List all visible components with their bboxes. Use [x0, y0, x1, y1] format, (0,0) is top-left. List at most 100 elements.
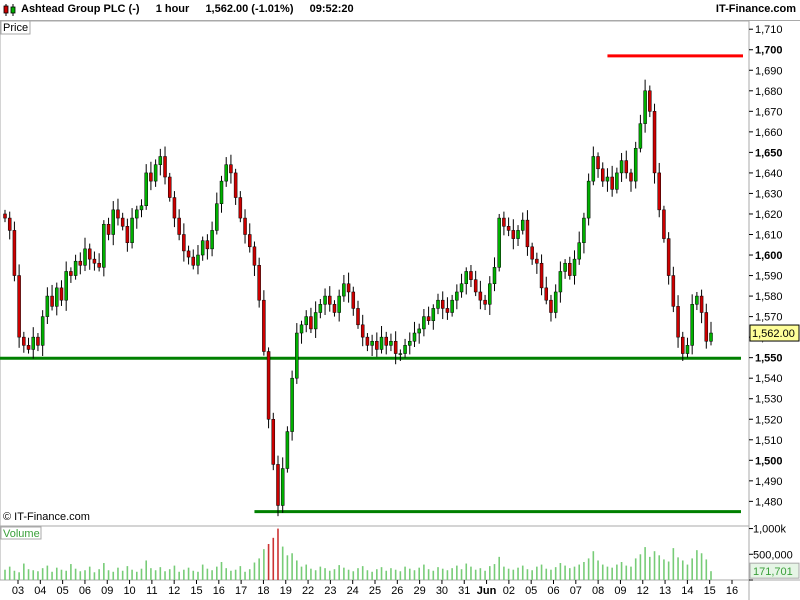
candle-body: [384, 336, 388, 346]
candle-body: [492, 267, 497, 285]
candle-body: [685, 345, 690, 354]
x-tick-label: 02: [503, 585, 515, 597]
volume-panel-frame: [0, 525, 750, 581]
candle-body: [191, 256, 196, 266]
candle-body: [662, 209, 666, 239]
candle-body: [577, 242, 581, 260]
candle-body: [629, 172, 633, 182]
candle-body: [83, 248, 87, 266]
candle-body: [375, 340, 379, 350]
candle-body: [313, 312, 318, 330]
candle-body: [633, 148, 638, 182]
price-panel-label: Price: [3, 22, 28, 34]
candle-body: [186, 250, 191, 258]
x-tick-label: 12: [168, 585, 180, 597]
volume-tick-label: 500,000: [753, 549, 793, 561]
candle-body: [563, 262, 567, 272]
candle-body: [619, 160, 624, 174]
x-tick-label: 05: [57, 585, 69, 597]
candle-body: [370, 340, 374, 346]
candle-body: [436, 299, 440, 309]
x-tick-label: 10: [123, 585, 135, 597]
candle-body: [12, 230, 17, 276]
y-tick-label: 1,660: [755, 127, 783, 139]
candle-body: [332, 304, 337, 313]
candle-body: [676, 306, 680, 338]
y-tick-label: 1,520: [755, 414, 783, 426]
candle-body: [40, 316, 45, 346]
candle-body: [638, 123, 643, 149]
candle-body: [3, 213, 7, 219]
y-tick-label: 1,550: [755, 353, 783, 365]
x-tick-label: 30: [436, 585, 448, 597]
x-tick-label: 31: [458, 585, 470, 597]
x-tick-label: 03: [12, 585, 24, 597]
x-tick-label: 06: [79, 585, 91, 597]
candle-body: [356, 308, 360, 326]
candle-body: [172, 197, 177, 219]
candle-body: [464, 271, 469, 285]
candle-body: [459, 283, 464, 293]
last-volume-label: 171,701: [753, 566, 793, 578]
x-tick-label: 09: [614, 585, 626, 597]
candle-body: [502, 217, 506, 227]
candle-body: [280, 468, 285, 506]
candle-body: [167, 176, 172, 198]
candle-body: [309, 316, 313, 330]
x-tick-label: 07: [570, 585, 582, 597]
candle-body: [525, 219, 530, 248]
candle-body: [26, 345, 31, 350]
last-price-label: 1,562.00: [752, 328, 795, 340]
candle-body: [652, 111, 657, 174]
candle-body: [379, 336, 384, 350]
candle-body: [215, 203, 219, 231]
candle-body: [144, 172, 148, 207]
candle-body: [116, 209, 120, 219]
candle-body: [262, 299, 266, 352]
x-tick-label: 06: [547, 585, 559, 597]
candle-body: [596, 156, 600, 170]
candle-body: [139, 205, 144, 211]
y-tick-label: 1,610: [755, 229, 783, 241]
candle-body: [318, 304, 323, 313]
candle-body: [177, 217, 181, 235]
candle-body: [106, 223, 111, 235]
candle-body: [412, 332, 417, 342]
candle-body: [182, 234, 186, 252]
y-tick-label: 1,710: [755, 24, 783, 36]
candle-body: [210, 230, 214, 250]
candle-body: [31, 336, 35, 350]
candle-body: [666, 238, 671, 276]
candle-body: [699, 295, 704, 313]
candle-body: [558, 271, 563, 293]
y-tick-label: 1,570: [755, 312, 783, 324]
candle-body: [346, 283, 351, 293]
x-tick-label: 05: [525, 585, 537, 597]
candle-body: [530, 246, 534, 260]
candle-body: [605, 176, 610, 182]
candle-body: [135, 209, 139, 219]
volume-tick-label: 1,000k: [753, 524, 787, 536]
candle-body: [247, 234, 252, 248]
candle-body: [158, 156, 163, 165]
candle-body: [102, 223, 106, 268]
candle-body: [455, 291, 459, 301]
candle-body: [624, 160, 629, 174]
candle-body: [290, 377, 294, 432]
y-tick-label: 1,680: [755, 86, 783, 98]
candle-body: [69, 271, 73, 276]
candle-body: [337, 295, 341, 313]
y-tick-label: 1,600: [755, 250, 783, 262]
candle-body: [586, 180, 591, 219]
candle-body: [473, 279, 478, 293]
price-panel-frame: [0, 20, 750, 527]
x-tick-label: 24: [347, 585, 359, 597]
x-tick-label: 22: [302, 585, 314, 597]
candle-body: [681, 336, 685, 354]
candle-body: [328, 295, 332, 305]
x-tick-label: 11: [146, 585, 157, 597]
x-tick-label: 23: [324, 585, 336, 597]
candle-body: [657, 172, 661, 211]
x-tick-label: 25: [369, 585, 381, 597]
candle-body: [497, 217, 501, 268]
